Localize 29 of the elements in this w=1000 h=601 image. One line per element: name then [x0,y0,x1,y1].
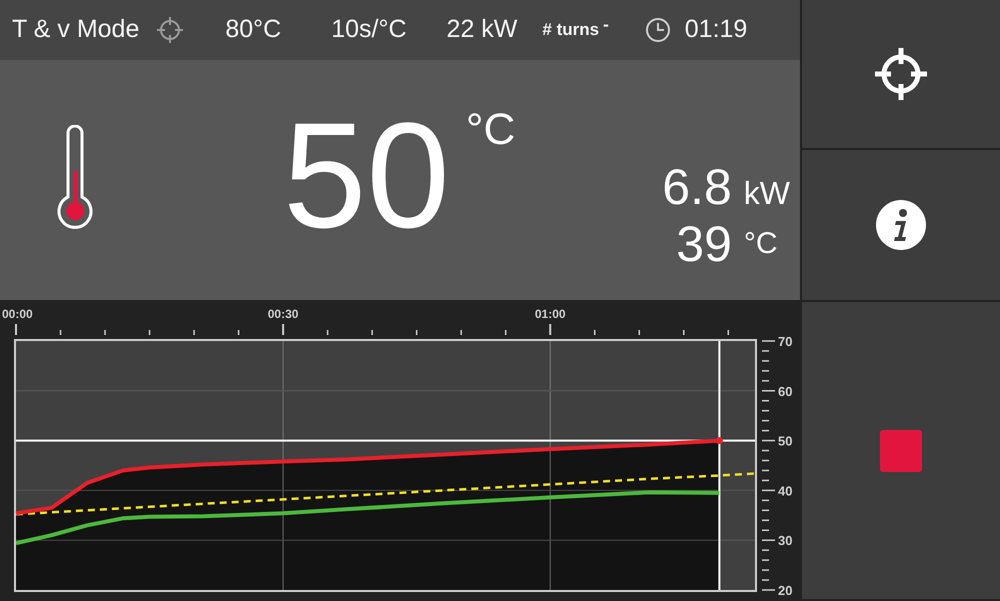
target-temperature: 80°C [225,14,282,46]
mode-label: T & v Mode [12,14,140,46]
power-unit: kW [744,174,790,212]
cursor-marker [716,437,723,444]
elapsed-time: 01:19 [684,14,748,46]
value-tick-label: 70 [778,334,792,349]
value-tick-label: 30 [778,533,792,548]
secondary-temperature: 39 [676,216,732,270]
target-icon [155,15,186,45]
info-button[interactable] [800,150,1000,302]
secondary-temperature-unit: °C [744,226,778,262]
time-tick-label: 01:00 [534,307,566,321]
info-icon [875,199,927,251]
value-tick-label: 20 [778,583,792,598]
time-tick-label: 00:30 [268,307,298,321]
target-button[interactable] [800,0,1000,150]
value-tick-label: 60 [778,384,792,399]
power-limit: 22 kW [446,14,518,46]
turns-value: - [603,14,609,36]
rate-value: 10s/°C [331,14,407,46]
time-tick-label: 00:00 [2,307,33,321]
power-value: 6.8 [662,160,732,214]
clock-icon [644,17,671,43]
value-tick-label: 50 [778,434,792,449]
stop-icon [880,430,922,472]
value-tick-label: 40 [778,483,792,498]
temperature-unit: °C [466,108,516,152]
temperature-value: 50 [283,100,450,250]
turns-label: # turns [542,19,600,42]
